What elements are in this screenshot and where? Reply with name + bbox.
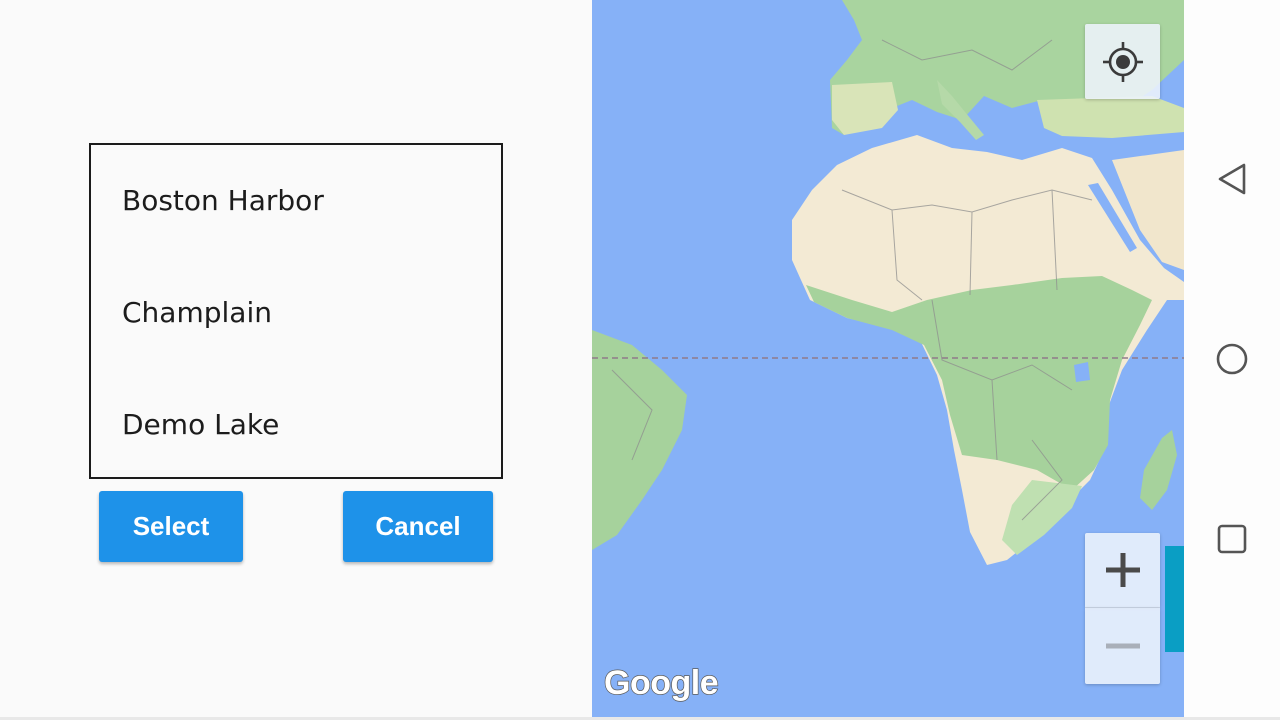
location-picker-panel: Boston Harbor Champlain Demo Lake Select… — [0, 0, 592, 720]
back-button[interactable] — [1208, 155, 1256, 203]
lake-victoria — [1074, 362, 1090, 382]
my-location-button[interactable] — [1085, 24, 1160, 99]
back-triangle-icon — [1218, 163, 1246, 195]
plus-icon — [1105, 553, 1140, 587]
list-item-boston-harbor[interactable]: Boston Harbor — [122, 181, 324, 221]
cancel-button[interactable]: Cancel — [343, 491, 493, 562]
my-location-icon — [1102, 41, 1143, 82]
side-panel-tab[interactable] — [1165, 546, 1184, 652]
recents-button[interactable] — [1208, 515, 1256, 563]
select-button[interactable]: Select — [99, 491, 243, 562]
home-circle-icon — [1216, 343, 1248, 375]
minus-icon — [1105, 643, 1140, 649]
android-navigation-bar — [1184, 0, 1280, 720]
list-item-champlain[interactable]: Champlain — [122, 293, 272, 333]
zoom-in-button[interactable] — [1085, 533, 1160, 607]
google-attribution-logo: Google — [603, 663, 719, 702]
anatolia — [1037, 96, 1184, 138]
recents-square-icon — [1217, 524, 1247, 554]
zoom-out-button[interactable] — [1085, 608, 1160, 684]
map-view[interactable]: Google — [592, 0, 1184, 720]
list-item-demo-lake[interactable]: Demo Lake — [122, 405, 279, 445]
location-list[interactable]: Boston Harbor Champlain Demo Lake — [89, 143, 503, 479]
home-button[interactable] — [1208, 335, 1256, 383]
